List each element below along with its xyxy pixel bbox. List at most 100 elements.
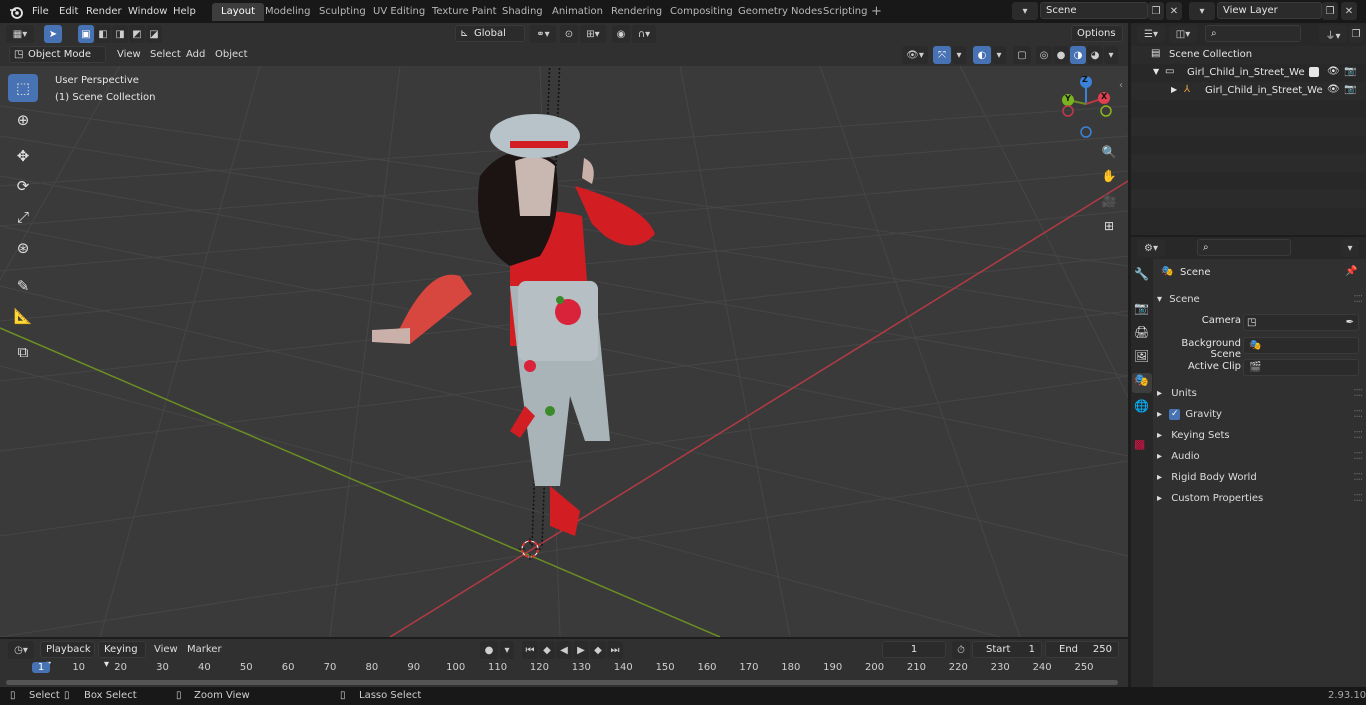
expand-arrow-icon[interactable]: ▶	[1171, 85, 1177, 94]
scene-copy-icon[interactable]: ❐	[1148, 2, 1164, 20]
scene-selector-icon[interactable]: ▾	[1012, 2, 1038, 20]
select-subtract-mode-icon[interactable]: ◨	[112, 25, 128, 43]
outliner-display-mode-icon[interactable]: ◫▾	[1169, 25, 1197, 43]
scene-name-field[interactable]: Scene	[1040, 2, 1148, 19]
pivot-point-icon[interactable]: ⚭▾	[530, 25, 556, 43]
drag-handle-icon[interactable]: ⁚⁚⁚⁚	[1353, 383, 1363, 404]
render-camera-icon[interactable]: 📷	[1344, 84, 1356, 95]
shading-material-icon[interactable]: ◑	[1070, 46, 1086, 64]
panel-custom-properties[interactable]: ▸ Custom Properties ⁚⁚⁚⁚	[1157, 488, 1363, 509]
eyedropper-icon[interactable]: ✒	[1346, 315, 1354, 330]
options-dropdown[interactable]: Options ▾	[1071, 25, 1123, 54]
outliner-row-collection[interactable]: ▼ ▭ Girl_Child_in_Street_Wear_Da 👁 📷	[1131, 64, 1366, 82]
proportional-edit-icon[interactable]: ◉	[612, 25, 630, 43]
panel-audio[interactable]: ▸ Audio ⁚⁚⁚⁚	[1157, 446, 1363, 467]
new-collection-icon[interactable]: ❐	[1349, 25, 1363, 43]
tool-measure-icon[interactable]: 📐	[8, 302, 38, 330]
playback-dropdown[interactable]: Playback ▾	[40, 641, 95, 670]
perspective-toggle-icon[interactable]: ⊞	[1098, 215, 1120, 237]
panel-keying-sets[interactable]: ▸ Keying Sets ⁚⁚⁚⁚	[1157, 425, 1363, 446]
jump-end-icon[interactable]: ⏭	[607, 641, 623, 659]
drag-handle-icon[interactable]: ⁚⁚⁚⁚	[1353, 404, 1363, 425]
start-frame-field[interactable]: Start 1	[972, 641, 1042, 658]
tool-cursor-icon[interactable]: ⊕	[8, 106, 38, 134]
transform-orientation-dropdown[interactable]: ⊾ Global	[455, 25, 525, 42]
drag-handle-icon[interactable]: ⁚⁚⁚⁚	[1353, 425, 1363, 446]
visibility-filter-icon[interactable]: 👁▾	[902, 46, 928, 64]
blender-logo-icon[interactable]	[8, 4, 24, 20]
zoom-icon[interactable]: 🔍	[1098, 141, 1120, 163]
tool-tab-icon[interactable]: 🔧	[1134, 267, 1149, 281]
timeline-menu-view[interactable]: View	[149, 641, 183, 658]
view-layer-name-field[interactable]: View Layer	[1217, 2, 1322, 19]
view-layer-tab-icon[interactable]: 🖼	[1134, 349, 1149, 363]
output-tab-icon[interactable]: 🖨	[1134, 325, 1149, 339]
collection-checkbox[interactable]	[1309, 67, 1319, 77]
menu-select[interactable]: Select	[145, 46, 186, 63]
overlays-dropdown-icon[interactable]: ▾	[992, 46, 1006, 64]
tool-move-icon[interactable]: ✥	[8, 142, 38, 170]
outliner-row-object[interactable]: ▶ ⅄ Girl_Child_in_Street_Wea 👁 📷	[1131, 82, 1366, 100]
active-clip-field[interactable]: 🎬	[1243, 359, 1359, 376]
menu-view[interactable]: View	[112, 46, 146, 63]
timeline-menu-marker[interactable]: Marker	[182, 641, 227, 658]
play-reverse-icon[interactable]: ◀	[556, 641, 572, 659]
select-invert-mode-icon[interactable]: ◩	[129, 25, 145, 43]
next-keyframe-icon[interactable]: ◆	[590, 641, 606, 659]
view-layer-selector-icon[interactable]: ▾	[1189, 2, 1215, 20]
tool-transform-icon[interactable]: ⊛	[8, 234, 38, 262]
panel-gravity[interactable]: ▸ ✓ Gravity ⁚⁚⁚⁚	[1157, 404, 1363, 425]
mode-dropdown[interactable]: ◳ Object Mode	[9, 46, 106, 63]
keying-dropdown[interactable]: Keying ▾	[98, 641, 146, 670]
scene-tab-icon[interactable]: 🎭	[1132, 373, 1152, 393]
properties-options-icon[interactable]: ▾	[1341, 239, 1359, 257]
drag-handle-icon[interactable]: ⁚⁚⁚⁚	[1353, 488, 1363, 509]
timeline-scrollbar[interactable]	[6, 680, 1118, 685]
world-tab-icon[interactable]: 🌐	[1134, 399, 1149, 413]
jump-start-icon[interactable]: ⏮	[522, 641, 538, 659]
expand-arrow-icon[interactable]: ▼	[1153, 67, 1159, 76]
editor-type-icon[interactable]: ▦▾	[6, 25, 34, 43]
shading-dropdown-icon[interactable]: ▾	[1104, 46, 1118, 64]
drag-handle-icon[interactable]: ⁚⁚⁚⁚	[1353, 467, 1363, 488]
proportional-falloff-icon[interactable]: ∩▾	[632, 25, 656, 43]
pin-icon[interactable]: 📌	[1345, 266, 1357, 277]
auto-key-dropdown-icon[interactable]: ▾	[500, 641, 514, 659]
tool-annotate-icon[interactable]: ✎	[8, 272, 38, 300]
playhead[interactable]: 1	[32, 662, 50, 673]
tool-rotate-icon[interactable]: ⟳	[8, 172, 38, 200]
panel-rigid-body-world[interactable]: ▸ Rigid Body World ⁚⁚⁚⁚	[1157, 467, 1363, 488]
current-frame-field[interactable]: 1	[882, 641, 946, 658]
tool-scale-icon[interactable]: ⤢	[8, 203, 38, 231]
record-keyframe-icon[interactable]: ●	[480, 641, 498, 659]
visibility-eye-icon[interactable]: 👁	[1327, 66, 1340, 77]
camera-view-icon[interactable]: 🎥	[1098, 190, 1120, 212]
tool-add-cube-icon[interactable]: ⧉	[8, 338, 38, 366]
outliner-filter-icon[interactable]: ⏚▾	[1319, 25, 1347, 43]
panel-units[interactable]: ▸ Units ⁚⁚⁚⁚	[1157, 383, 1363, 404]
outliner-row-root[interactable]: ▤ Scene Collection	[1131, 46, 1366, 64]
gizmo-toggle-icon[interactable]: ⤧	[933, 46, 951, 64]
shading-rendered-icon[interactable]: ◕	[1087, 46, 1103, 64]
outliner-editor-type-icon[interactable]: ☰▾	[1137, 25, 1165, 43]
menu-render[interactable]: Render	[81, 3, 127, 20]
preview-range-icon[interactable]: ⏱	[952, 641, 970, 659]
select-new-mode-icon[interactable]: ▣	[78, 25, 94, 43]
gizmo-dropdown-icon[interactable]: ▾	[952, 46, 966, 64]
texture-tab-icon[interactable]: ▩	[1134, 437, 1145, 451]
shading-solid-icon[interactable]: ●	[1053, 46, 1069, 64]
menu-edit[interactable]: Edit	[54, 3, 83, 20]
menu-object[interactable]: Object	[210, 46, 253, 63]
character-model[interactable]	[360, 66, 680, 566]
snap-toggle-icon[interactable]: ⊙	[560, 25, 578, 43]
shading-wireframe-icon[interactable]: ◎	[1036, 46, 1052, 64]
overlays-toggle-icon[interactable]: ◐	[973, 46, 991, 64]
pan-hand-icon[interactable]: ✋	[1098, 165, 1120, 187]
timeline-editor-type-icon[interactable]: ◷▾	[8, 641, 34, 659]
background-scene-field[interactable]: 🎭	[1243, 337, 1359, 354]
prev-keyframe-icon[interactable]: ◆	[539, 641, 555, 659]
tool-select-box-icon[interactable]: ⬚	[8, 74, 38, 102]
menu-file[interactable]: File	[27, 3, 54, 20]
view-layer-close-icon[interactable]: ✕	[1341, 2, 1357, 20]
menu-add[interactable]: Add	[181, 46, 210, 63]
